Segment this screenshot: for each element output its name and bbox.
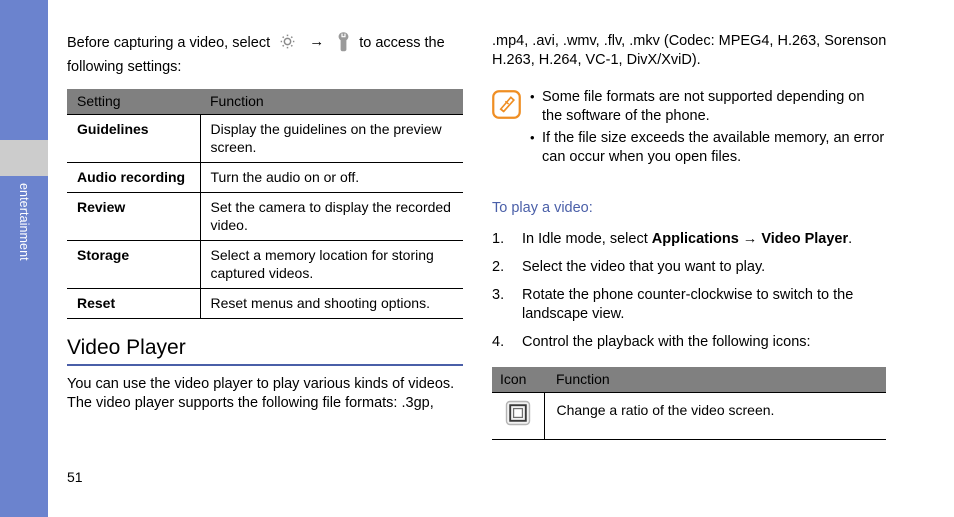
setting-name: Guidelines: [67, 114, 201, 163]
column-header-function: Function: [200, 89, 463, 115]
step-text: Select the video that you want to play.: [522, 259, 766, 275]
setting-function: Set the camera to display the recorded v…: [200, 192, 463, 241]
column-header-setting: Setting: [67, 89, 200, 115]
sidebar-gray-band: [0, 140, 48, 176]
table-header-row: Setting Function: [67, 89, 463, 115]
note-pen-icon: [492, 88, 528, 124]
list-item: 1. In Idle mode, select Applications → V…: [492, 230, 888, 249]
step-number: 4.: [492, 334, 505, 350]
step-number: 3.: [492, 287, 505, 303]
sub-heading: To play a video:: [492, 200, 593, 216]
table-row: Guidelines Display the guidelines on the…: [67, 114, 463, 163]
setting-function: Select a memory location for storing cap…: [200, 240, 463, 289]
heading-rule: [67, 364, 463, 366]
list-item: 4. Control the playback with the followi…: [492, 333, 888, 352]
section-heading-container: Video Player: [67, 335, 463, 366]
step-text: Control the playback with the following …: [522, 334, 811, 350]
step-text: Rotate the phone counter-clockwise to sw…: [522, 287, 854, 322]
step-number: 1.: [492, 231, 505, 247]
note-bullet-list: Some file formats are not supported depe…: [528, 87, 888, 170]
list-item: Some file formats are not supported depe…: [528, 87, 888, 126]
gear-icon: [277, 31, 298, 58]
table-row: Review Set the camera to display the rec…: [67, 192, 463, 241]
icon-function: Change a ratio of the video screen.: [544, 392, 886, 440]
table-header-row: Icon Function: [492, 367, 886, 393]
video-ratio-icon: [492, 392, 545, 440]
column-header-function: Function: [544, 367, 886, 393]
icon-table: Icon Function Change a ratio of the vide…: [492, 367, 886, 440]
page-number: 51: [67, 469, 83, 485]
table-row: Reset Reset menus and shooting options.: [67, 288, 463, 319]
list-item: 3. Rotate the phone counter-clockwise to…: [492, 286, 888, 324]
file-formats-paragraph: .mp4, .avi, .wmv, .flv, .mkv (Codec: MPE…: [492, 33, 887, 68]
table-row: Audio recording Turn the audio on or off…: [67, 162, 463, 193]
setting-name: Audio recording: [67, 162, 201, 193]
table-row: Change a ratio of the video screen.: [492, 392, 886, 440]
steps-list: 1. In Idle mode, select Applications → V…: [492, 230, 888, 361]
sidebar-chapter-label: entertainment: [17, 183, 31, 261]
arrow-glyph: →: [309, 33, 325, 50]
setting-name: Storage: [67, 240, 201, 289]
intro-paragraph: Before capturing a video, select → to ac…: [67, 31, 463, 77]
setting-name: Reset: [67, 288, 201, 319]
wrench-icon: [335, 31, 352, 58]
list-item: If the file size exceeds the available m…: [528, 128, 888, 167]
left-column: Before capturing a video, select → to ac…: [67, 0, 463, 517]
sidebar: entertainment: [0, 0, 48, 517]
setting-function: Display the guidelines on the preview sc…: [200, 114, 463, 163]
page-title: Video Player: [67, 336, 186, 359]
icon-table-container: Icon Function Change a ratio of the vide…: [492, 367, 886, 440]
table-row: Storage Select a memory location for sto…: [67, 240, 463, 289]
right-column: .mp4, .avi, .wmv, .flv, .mkv (Codec: MPE…: [492, 0, 888, 517]
setting-name: Review: [67, 192, 201, 241]
column-header-icon: Icon: [492, 367, 544, 393]
settings-table: Setting Function Guidelines Display the …: [67, 89, 463, 319]
note-callout: Some file formats are not supported depe…: [492, 87, 888, 170]
step-number: 2.: [492, 259, 505, 275]
intro-text-before: Before capturing a video, select: [67, 35, 271, 51]
list-item: 2. Select the video that you want to pla…: [492, 258, 888, 277]
setting-function: Turn the audio on or off.: [200, 162, 463, 193]
body-paragraph: You can use the video player to play var…: [67, 376, 455, 411]
setting-function: Reset menus and shooting options.: [200, 288, 463, 319]
settings-table-container: Setting Function Guidelines Display the …: [67, 89, 463, 319]
step-text: In Idle mode, select Applications → Vide…: [522, 231, 853, 247]
